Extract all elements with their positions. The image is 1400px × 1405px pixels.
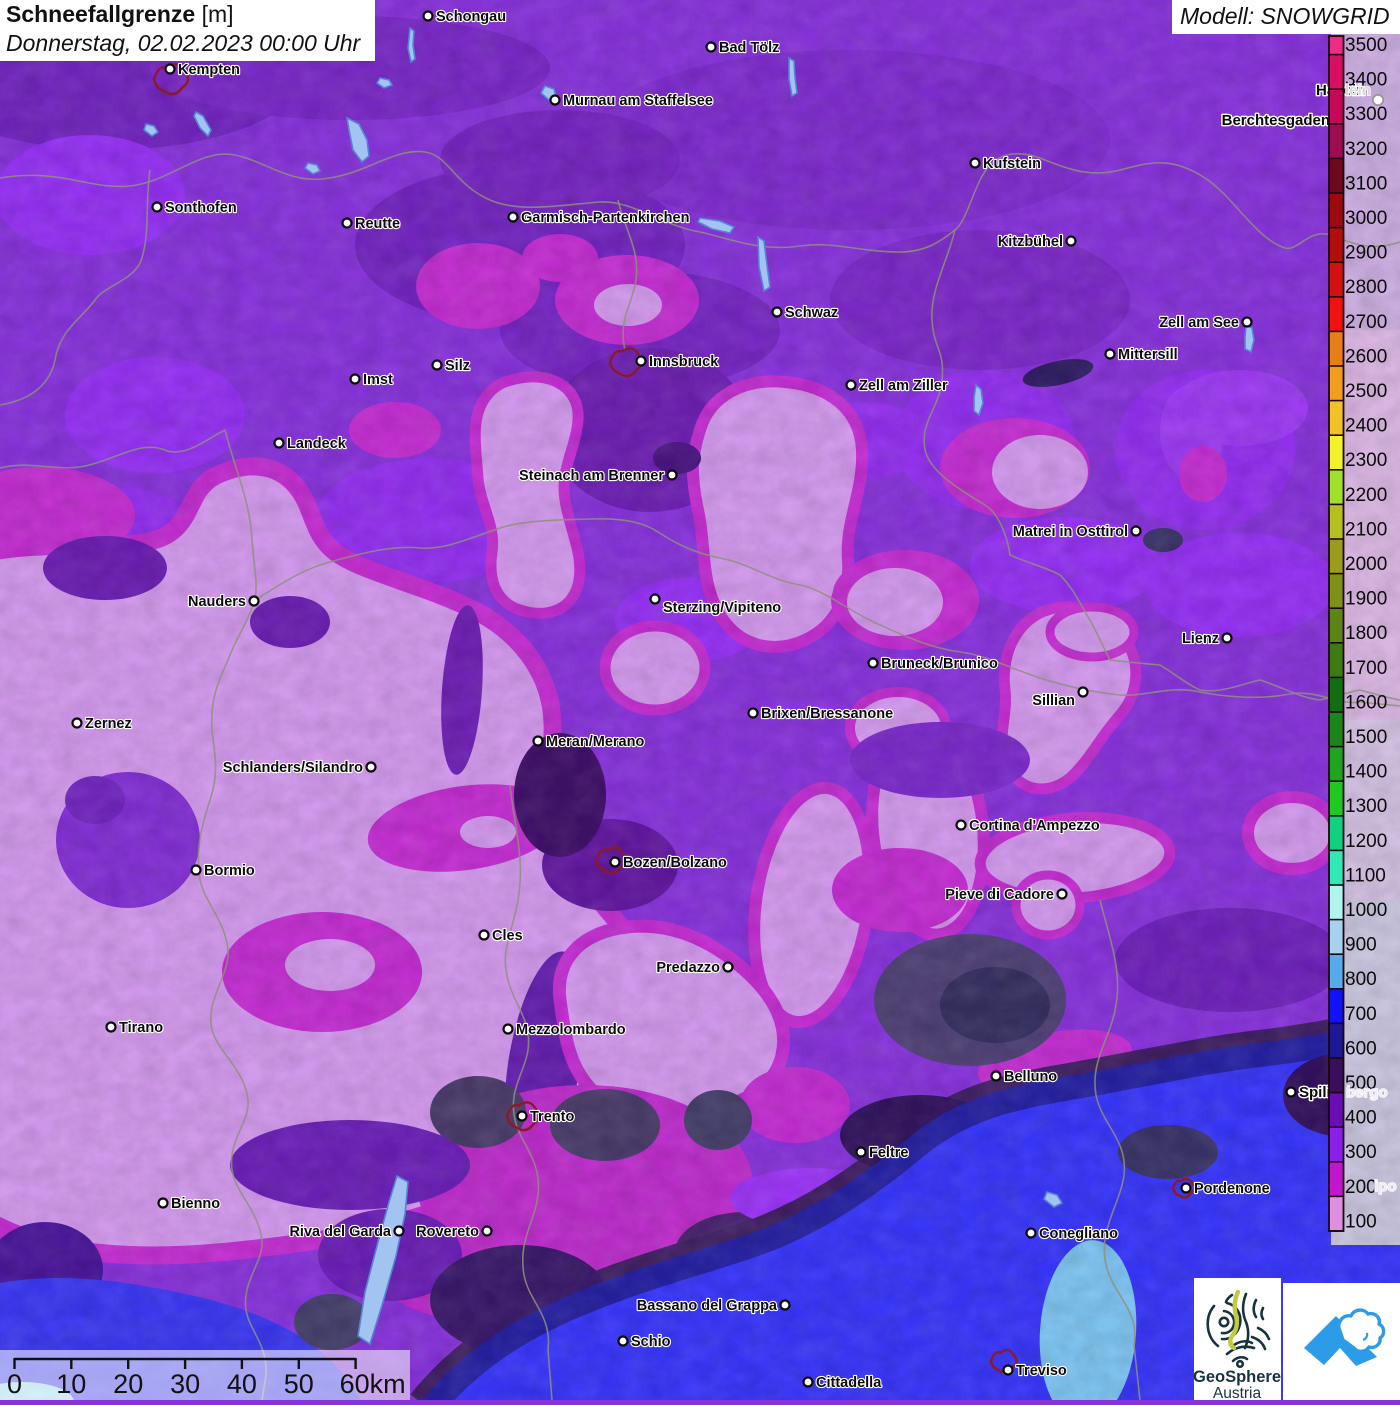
svg-text:Bormio: Bormio bbox=[204, 863, 255, 879]
svg-text:1800: 1800 bbox=[1345, 623, 1387, 644]
svg-text:Cles: Cles bbox=[492, 928, 523, 944]
svg-text:20: 20 bbox=[113, 1369, 143, 1399]
svg-text:Berchtesgaden: Berchtesgaden bbox=[1222, 112, 1330, 129]
svg-text:Schongau: Schongau bbox=[436, 9, 506, 25]
svg-text:2000: 2000 bbox=[1345, 554, 1387, 575]
svg-text:Matrei in Osttirol: Matrei in Osttirol bbox=[1013, 524, 1128, 540]
svg-text:Sonthofen: Sonthofen bbox=[165, 200, 237, 216]
svg-text:Zernez: Zernez bbox=[85, 716, 132, 732]
svg-text:3200: 3200 bbox=[1345, 139, 1387, 160]
svg-text:Tirano: Tirano bbox=[119, 1020, 163, 1036]
svg-text:1500: 1500 bbox=[1345, 727, 1387, 748]
svg-text:GeoSphere: GeoSphere bbox=[1194, 1368, 1281, 1386]
svg-text:1400: 1400 bbox=[1345, 762, 1387, 783]
svg-text:Bienno: Bienno bbox=[171, 1196, 220, 1212]
svg-text:Predazzo: Predazzo bbox=[656, 960, 720, 976]
svg-text:2400: 2400 bbox=[1345, 416, 1387, 437]
svg-text:Spili: Spili bbox=[1299, 1084, 1331, 1101]
svg-text:bergo: bergo bbox=[1346, 1084, 1388, 1101]
svg-text:Belluno: Belluno bbox=[1004, 1069, 1057, 1085]
svg-text:Reutte: Reutte bbox=[355, 216, 400, 232]
svg-text:Zell am Ziller: Zell am Ziller bbox=[859, 378, 948, 394]
svg-text:900: 900 bbox=[1345, 935, 1377, 956]
svg-text:2200: 2200 bbox=[1345, 485, 1387, 506]
svg-text:3100: 3100 bbox=[1345, 173, 1387, 194]
svg-text:2800: 2800 bbox=[1345, 277, 1387, 298]
svg-text:700: 700 bbox=[1345, 1004, 1377, 1025]
svg-text:Bozen/Bolzano: Bozen/Bolzano bbox=[623, 855, 727, 871]
svg-text:Mittersill: Mittersill bbox=[1118, 347, 1178, 363]
svg-text:400: 400 bbox=[1345, 1108, 1377, 1129]
svg-text:Brixen/Bressanone: Brixen/Bressanone bbox=[761, 706, 893, 722]
svg-text:Mezzolombardo: Mezzolombardo bbox=[516, 1022, 626, 1038]
svg-text:Garmisch-Partenkirchen: Garmisch-Partenkirchen bbox=[521, 210, 689, 226]
svg-text:Schio: Schio bbox=[631, 1334, 671, 1350]
svg-text:Bad Tölz: Bad Tölz bbox=[719, 40, 779, 56]
svg-text:Pieve di Cadore: Pieve di Cadore bbox=[945, 887, 1054, 903]
svg-text:Treviso: Treviso bbox=[1016, 1363, 1067, 1379]
svg-text:Schlanders/Silandro: Schlanders/Silandro bbox=[223, 760, 363, 776]
svg-text:Innsbruck: Innsbruck bbox=[649, 354, 719, 370]
svg-text:Steinach am Brenner: Steinach am Brenner bbox=[519, 468, 664, 484]
svg-text:Sillian: Sillian bbox=[1032, 693, 1075, 709]
svg-text:Sterzing/Vipiteno: Sterzing/Vipiteno bbox=[663, 600, 781, 616]
svg-text:Bruneck/Brunico: Bruneck/Brunico bbox=[881, 656, 998, 672]
svg-text:Zell am See: Zell am See bbox=[1159, 315, 1239, 331]
svg-text:800: 800 bbox=[1345, 969, 1377, 990]
svg-text:40: 40 bbox=[227, 1369, 257, 1399]
svg-text:Cortina d'Ampezzo: Cortina d'Ampezzo bbox=[969, 818, 1100, 834]
svg-text:Meran/Merano: Meran/Merano bbox=[546, 734, 644, 750]
svg-text:Nauders: Nauders bbox=[188, 594, 246, 610]
svg-text:3500: 3500 bbox=[1345, 35, 1387, 56]
svg-text:lein: lein bbox=[1345, 82, 1371, 99]
svg-text:Schwaz: Schwaz bbox=[785, 305, 838, 321]
svg-text:1200: 1200 bbox=[1345, 831, 1387, 852]
svg-text:Cittadella: Cittadella bbox=[816, 1375, 882, 1391]
svg-text:2100: 2100 bbox=[1345, 519, 1387, 540]
svg-text:ipo: ipo bbox=[1374, 1178, 1397, 1195]
svg-text:10: 10 bbox=[56, 1369, 86, 1399]
svg-text:Murnau am Staffelsee: Murnau am Staffelsee bbox=[563, 93, 713, 109]
svg-text:Imst: Imst bbox=[363, 372, 393, 388]
svg-text:1000: 1000 bbox=[1345, 900, 1387, 921]
svg-text:Austria: Austria bbox=[1213, 1385, 1262, 1400]
svg-text:Feltre: Feltre bbox=[869, 1145, 909, 1161]
svg-text:50: 50 bbox=[284, 1369, 314, 1399]
svg-text:Landeck: Landeck bbox=[287, 436, 347, 452]
svg-text:1600: 1600 bbox=[1345, 692, 1387, 713]
svg-text:Rovereto: Rovereto bbox=[416, 1224, 479, 1240]
svg-text:1700: 1700 bbox=[1345, 658, 1387, 679]
svg-text:2600: 2600 bbox=[1345, 346, 1387, 367]
svg-text:Bassano del Grappa: Bassano del Grappa bbox=[637, 1298, 778, 1314]
svg-text:200: 200 bbox=[1345, 1177, 1377, 1198]
svg-text:600: 600 bbox=[1345, 1038, 1377, 1059]
svg-text:Kufstein: Kufstein bbox=[983, 156, 1041, 172]
svg-text:Trento: Trento bbox=[530, 1109, 574, 1125]
svg-text:60km: 60km bbox=[340, 1369, 406, 1399]
svg-text:3000: 3000 bbox=[1345, 208, 1387, 229]
svg-text:30: 30 bbox=[170, 1369, 200, 1399]
svg-text:1300: 1300 bbox=[1345, 796, 1387, 817]
svg-text:Kempten: Kempten bbox=[178, 62, 240, 78]
svg-text:Conegliano: Conegliano bbox=[1039, 1226, 1118, 1242]
svg-text:2300: 2300 bbox=[1345, 450, 1387, 471]
svg-text:2500: 2500 bbox=[1345, 381, 1387, 402]
svg-text:Pordenone: Pordenone bbox=[1194, 1181, 1270, 1197]
svg-text:0: 0 bbox=[7, 1369, 22, 1399]
svg-text:300: 300 bbox=[1345, 1142, 1377, 1163]
svg-text:Lienz: Lienz bbox=[1182, 631, 1219, 647]
svg-text:2700: 2700 bbox=[1345, 312, 1387, 333]
svg-text:1100: 1100 bbox=[1345, 865, 1386, 886]
svg-text:Kitzbühel: Kitzbühel bbox=[998, 234, 1063, 250]
svg-text:2900: 2900 bbox=[1345, 243, 1387, 264]
svg-text:1900: 1900 bbox=[1345, 589, 1387, 610]
svg-text:3300: 3300 bbox=[1345, 104, 1387, 125]
svg-text:Silz: Silz bbox=[445, 358, 470, 374]
svg-text:Riva del Garda: Riva del Garda bbox=[289, 1224, 391, 1240]
svg-text:100: 100 bbox=[1345, 1211, 1377, 1232]
